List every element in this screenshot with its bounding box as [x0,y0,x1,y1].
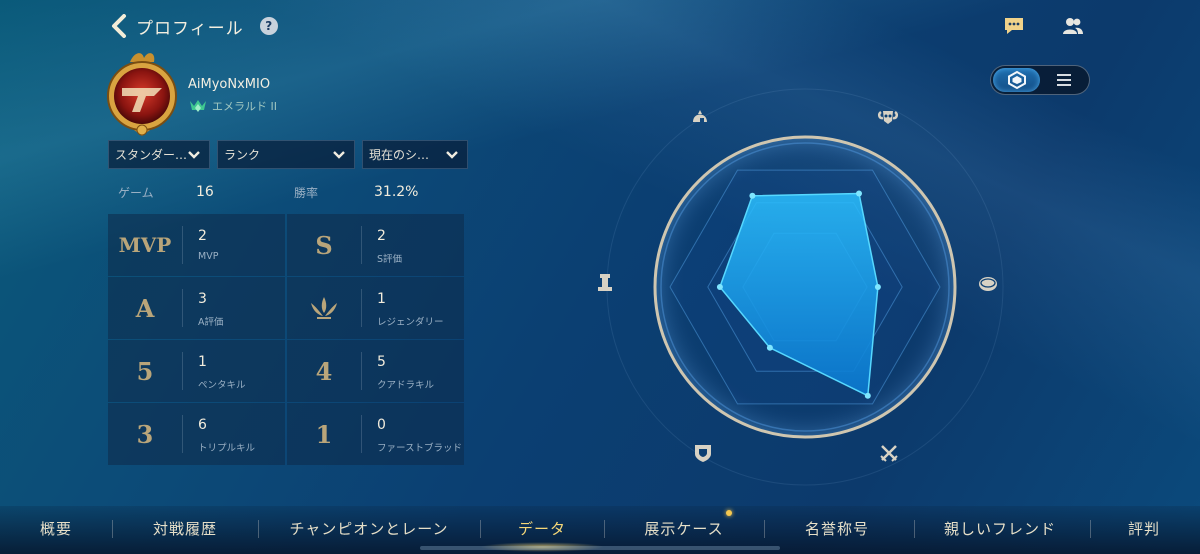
stat-value: 0 [377,417,386,433]
page-title: プロフィール [136,18,244,39]
stat-triple-kill: 3 6 トリプルキル [108,403,285,465]
stat-label: ペンタキル [198,380,246,391]
first-blood-icon: 1 [315,419,333,449]
tab-overview[interactable]: 概要 [20,514,92,542]
stat-s-rating: S 2 S評価 [287,214,464,276]
stat-label: ファーストブラッド [377,443,463,454]
stat-label: トリプルキル [198,443,256,454]
tab-reputation[interactable]: 評判 [1104,514,1184,542]
mode-filter-label: スタンダー… [115,148,187,162]
ram-skull-icon [878,110,898,124]
radar-point [749,192,756,199]
list-view-button[interactable] [1040,68,1087,92]
queue-filter-label: ランク [224,148,261,162]
stat-mvp: MVP 2 MVP [108,214,285,276]
chevron-down-icon [188,150,200,159]
player-name: AiMyoNxMIO [188,77,271,92]
quadra-kill-icon: 4 [315,356,333,386]
radar-point [856,190,862,197]
stat-value: 1 [198,354,207,370]
rank-row: エメラルド II [188,98,277,114]
list-view-icon [1056,74,1071,86]
radar-view-icon [1007,71,1026,89]
help-icon[interactable]: ? [259,17,278,35]
stat-value: 5 [377,354,386,370]
scroll-indicator [420,546,780,550]
stat-value: 3 [198,291,207,307]
winrate-value: 31.2% [374,184,419,200]
rank-label: エメラルド II [212,100,277,113]
s-rating-icon: S [315,230,333,260]
penta-kill-icon: 5 [136,356,154,386]
radar-point [716,284,723,290]
emerald-rank-icon [190,100,206,112]
summary-row: ゲーム 16 勝率 31.2% [108,176,464,212]
stat-value: 1 [377,291,386,307]
chat-icon[interactable] [1002,14,1026,38]
stat-label: S評価 [377,254,403,265]
winrate-label: 勝率 [294,186,319,200]
stat-penta-kill: 5 1 ペンタキル [108,340,285,402]
games-label: ゲーム [118,186,154,200]
stat-label: A評価 [198,317,224,328]
stat-value: 2 [377,228,386,244]
queue-filter-dropdown[interactable]: ランク [217,140,355,169]
radar-chart [598,88,1004,486]
avatar[interactable] [100,48,184,138]
stat-label: レジェンダリー [377,317,444,328]
radar-point [874,284,881,290]
games-value: 16 [196,184,214,200]
profile-card: AiMyoNxMIO エメラルド II [100,48,480,138]
coin-icon [979,277,997,291]
legendary-icon [287,277,361,339]
tab-close-friends[interactable]: 親しいフレンド [930,514,1070,542]
stat-a-rating: A 3 A評価 [108,277,285,339]
tab-data[interactable]: データ [490,514,594,542]
friends-icon[interactable] [1061,14,1085,38]
a-rating-icon: A [135,293,155,323]
stats-grid: MVP 2 MVP S 2 S評価 A 3 A評価 1 レジェンダリー 5 1 [108,214,464,466]
stat-first-blood: 1 0 ファーストブラッド [287,403,464,465]
stat-label: MVP [198,251,219,262]
tab-champions-lanes[interactable]: チャンピオンとレーン [276,514,462,542]
chevron-down-icon [446,150,458,159]
radar-point [766,344,773,351]
new-badge-dot [726,510,732,516]
tower-icon [598,274,612,291]
swords-icon [880,445,898,462]
triple-kill-icon: 3 [136,419,154,449]
stat-value: 2 [198,228,207,244]
back-arrow-icon[interactable] [108,12,130,40]
mvp-icon: MVP [118,233,172,257]
season-filter-label: 現在のシ… [369,148,430,162]
stat-label: クアドラキル [377,380,435,391]
header: プロフィール ? [108,12,278,40]
stat-value: 6 [198,417,207,433]
stat-quadra-kill: 4 5 クアドラキル [287,340,464,402]
radar-point [864,392,871,399]
filter-bar: スタンダー… ランク 現在のシ… [108,140,468,169]
tab-honor-titles[interactable]: 名誉称号 [780,514,894,542]
stat-legendary: 1 レジェンダリー [287,277,464,339]
tab-match-history[interactable]: 対戦履歴 [130,514,240,542]
tab-showcase[interactable]: 展示ケース [622,514,746,542]
mode-filter-dropdown[interactable]: スタンダー… [108,140,210,169]
season-filter-dropdown[interactable]: 現在のシ… [362,140,468,169]
chevron-down-icon [333,150,345,159]
